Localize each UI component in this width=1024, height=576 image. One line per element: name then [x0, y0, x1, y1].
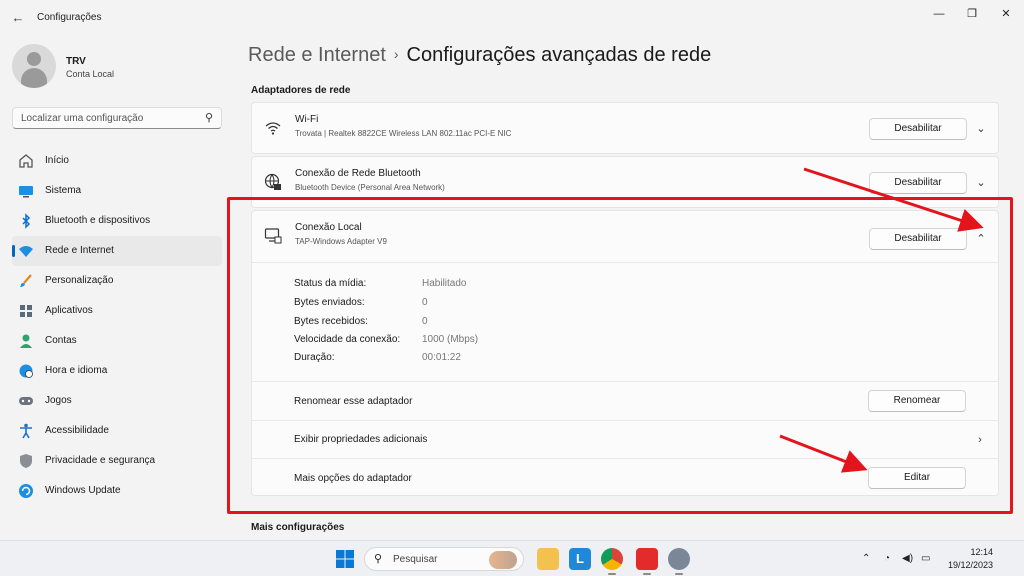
adapter-name: Wi-Fi: [295, 114, 319, 125]
clock-date: 19/12/2023: [947, 560, 993, 570]
gamepad-icon: [19, 397, 33, 405]
volume-icon[interactable]: ◀): [902, 553, 913, 564]
search-icon: ⚲: [204, 112, 213, 124]
wifi-icon: [19, 246, 33, 257]
breadcrumb-parent-link[interactable]: Rede e Internet: [248, 44, 386, 66]
globe-clock-icon: [19, 364, 33, 378]
adapter-card-wifi[interactable]: Wi-Fi Trovata | Realtek 8822CE Wireless …: [251, 102, 999, 154]
chrome-icon[interactable]: [601, 548, 623, 575]
sidebar-item-rede[interactable]: Rede e Internet: [12, 236, 222, 266]
breadcrumb: Rede e Internet › Configurações avançadas …: [248, 44, 711, 67]
sidebar-nav: Início Sistema Bluetooth e dispositivos …: [12, 146, 222, 506]
globe-network-icon: [264, 173, 281, 190]
minimize-button[interactable]: —: [925, 5, 953, 23]
monitor-icon: [19, 186, 33, 198]
sidebar-item-aplicativos[interactable]: Aplicativos: [12, 296, 222, 326]
sidebar-item-jogos[interactable]: Jogos: [12, 386, 222, 416]
sidebar-item-label: Rede e Internet: [45, 245, 114, 256]
search-highlight-image: [489, 551, 517, 569]
breadcrumb-separator: ›: [393, 46, 399, 62]
windows-start-icon[interactable]: [336, 550, 354, 568]
sidebar-item-contas[interactable]: Contas: [12, 326, 222, 356]
chevron-up-icon[interactable]: ⌃: [862, 553, 870, 564]
sidebar-item-label: Personalização: [45, 275, 114, 286]
sidebar-item-hora-idioma[interactable]: Hora e idioma: [12, 356, 222, 386]
sidebar-item-label: Jogos: [45, 395, 72, 406]
profile-account-type: Conta Local: [66, 69, 115, 79]
sidebar-item-label: Hora e idioma: [45, 365, 108, 376]
adapter-description: Bluetooth Device (Personal Area Network): [295, 183, 445, 192]
page-title: Configurações avançadas de rede: [406, 44, 712, 66]
sidebar-item-label: Privacidade e segurança: [45, 455, 156, 466]
settings-search-input[interactable]: Localizar uma configuração ⚲: [12, 107, 222, 129]
disable-wifi-button[interactable]: Desabilitar: [869, 118, 967, 140]
update-icon: [19, 484, 33, 498]
chevron-down-icon[interactable]: ⌄: [974, 122, 988, 136]
sidebar-item-label: Contas: [45, 335, 77, 346]
search-placeholder: Localizar uma configuração: [21, 113, 144, 124]
sidebar-item-inicio[interactable]: Início: [12, 146, 222, 176]
clock-time: 12:14: [970, 547, 993, 557]
sidebar-item-privacidade[interactable]: Privacidade e segurança: [12, 446, 222, 476]
restore-button[interactable]: ❐: [958, 5, 986, 23]
home-icon: [19, 154, 33, 168]
back-arrow-icon[interactable]: ←: [10, 10, 26, 26]
disable-bluetooth-button[interactable]: Desabilitar: [869, 172, 967, 194]
apps-icon: [20, 305, 32, 317]
sidebar-item-personalizacao[interactable]: Personalização: [12, 266, 222, 296]
taskbar-clock[interactable]: 12:14 19/12/2023: [945, 546, 993, 572]
sidebar-item-label: Bluetooth e dispositivos: [45, 215, 151, 226]
taskbar-search[interactable]: ⚲ Pesquisar: [364, 547, 524, 571]
taskbar: ⚲ Pesquisar L ⌃ ◔ ◀) ▭ 12:14 19/12/2023: [0, 540, 1024, 576]
chevron-down-icon[interactable]: ⌄: [974, 176, 988, 190]
accessibility-icon: [20, 423, 32, 439]
sidebar-item-sistema[interactable]: Sistema: [12, 176, 222, 206]
active-indicator: [12, 245, 15, 257]
search-icon: ⚲: [374, 553, 383, 565]
person-icon: [20, 334, 32, 348]
title-bar: ← Configurações — ❐ ✕: [0, 0, 1024, 36]
close-button[interactable]: ✕: [992, 5, 1020, 23]
sidebar-item-windows-update[interactable]: Windows Update: [12, 476, 222, 506]
annotation-highlight-box: [227, 197, 1013, 514]
anydesk-icon[interactable]: [636, 548, 658, 575]
wifi-icon: [265, 122, 281, 135]
settings-gear-icon[interactable]: [668, 548, 690, 575]
brush-icon: [20, 274, 32, 287]
sidebar-item-label: Sistema: [45, 185, 82, 196]
shield-icon: [20, 454, 32, 468]
sidebar-item-label: Início: [45, 155, 69, 166]
sidebar-item-label: Acessibilidade: [45, 425, 109, 436]
bluetooth-icon: [22, 213, 31, 229]
avatar: [12, 44, 56, 88]
sidebar-item-bluetooth[interactable]: Bluetooth e dispositivos: [12, 206, 222, 236]
profile-name: TRV: [66, 56, 86, 67]
sidebar-item-acessibilidade[interactable]: Acessibilidade: [12, 416, 222, 446]
taskbar-search-placeholder: Pesquisar: [393, 554, 438, 565]
wifi-icon[interactable]: ◔: [884, 553, 890, 564]
app-title: Configurações: [37, 12, 102, 23]
section-title-more-settings: Mais configurações: [251, 522, 345, 533]
sidebar-item-label: Windows Update: [45, 485, 121, 496]
battery-icon[interactable]: ▭: [921, 553, 930, 564]
file-explorer-icon[interactable]: [537, 548, 559, 570]
adapter-description: Trovata | Realtek 8822CE Wireless LAN 80…: [295, 129, 512, 138]
adapter-name: Conexão de Rede Bluetooth: [295, 168, 421, 179]
section-title-adapters: Adaptadores de rede: [251, 85, 351, 96]
l-app-icon[interactable]: L: [569, 548, 591, 570]
sidebar-item-label: Aplicativos: [45, 305, 93, 316]
